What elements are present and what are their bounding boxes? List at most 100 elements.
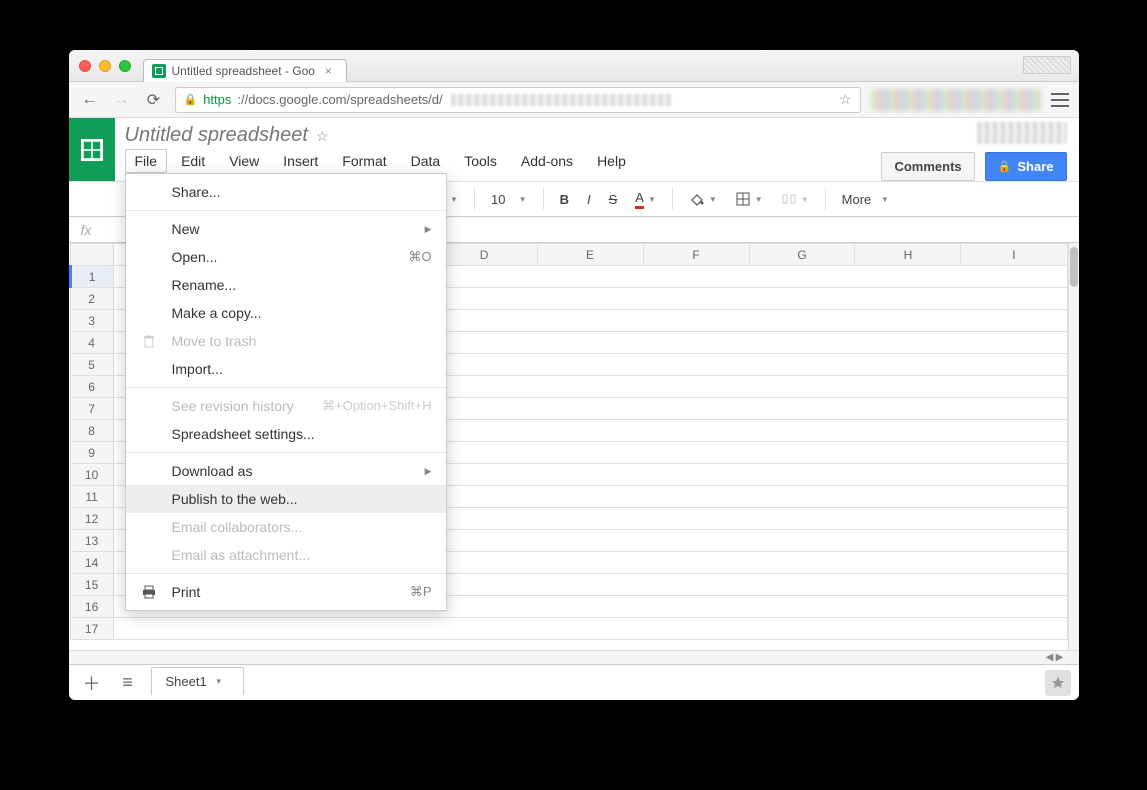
browser-window: Untitled spreadsheet - Goo × ← → ⟳ 🔒 htt…	[69, 50, 1079, 700]
account-blur	[1023, 56, 1071, 74]
sheet-footer: ＋ ≡ Sheet1 ▼	[69, 664, 1079, 700]
lock-icon: 🔒	[184, 93, 198, 106]
row-header[interactable]: 6	[70, 376, 113, 398]
close-window[interactable]	[79, 60, 91, 72]
star-document-icon[interactable]: ☆	[316, 128, 329, 145]
col-header[interactable]: G	[749, 244, 855, 266]
sheets-favicon-icon	[152, 64, 166, 78]
star-icon[interactable]: ☆	[839, 91, 852, 108]
menu-download-as[interactable]: Download as▶	[126, 457, 446, 485]
scroll-thumb[interactable]	[1070, 247, 1078, 287]
fill-color-button[interactable]: ▼	[683, 186, 723, 212]
menu-insert[interactable]: Insert	[273, 149, 328, 173]
all-sheets-button[interactable]: ≡	[115, 670, 141, 696]
col-header[interactable]: I	[961, 244, 1067, 266]
menu-new[interactable]: New▶	[126, 215, 446, 243]
row-header[interactable]: 17	[70, 618, 113, 640]
strikethrough-button[interactable]: S	[603, 186, 624, 212]
explore-icon	[1051, 676, 1065, 690]
row-header[interactable]: 15	[70, 574, 113, 596]
menu-email-collaborators: Email collaborators...	[126, 513, 446, 541]
row-header[interactable]: 2	[70, 288, 113, 310]
more-button[interactable]: More ▼	[836, 186, 895, 212]
font-size-select[interactable]: 10 ▼	[485, 186, 533, 212]
reload-button[interactable]: ⟳	[143, 89, 165, 111]
browser-tab[interactable]: Untitled spreadsheet - Goo ×	[143, 59, 347, 82]
borders-button[interactable]: ▼	[729, 186, 769, 212]
url-obscured	[451, 94, 671, 106]
paint-bucket-icon	[689, 191, 705, 207]
minimize-window[interactable]	[99, 60, 111, 72]
row-header[interactable]: 5	[70, 354, 113, 376]
select-all-corner[interactable]	[70, 244, 113, 266]
menu-open[interactable]: Open...⌘O	[126, 243, 446, 271]
submenu-arrow-icon: ▶	[425, 466, 432, 477]
window-controls	[79, 60, 131, 72]
add-sheet-button[interactable]: ＋	[79, 670, 105, 696]
row-header[interactable]: 8	[70, 420, 113, 442]
scroll-right-icon[interactable]: ▶	[1055, 653, 1065, 663]
document-title[interactable]: Untitled spreadsheet	[125, 124, 308, 147]
menu-help[interactable]: Help	[587, 149, 636, 173]
file-menu-dropdown: Share... New▶ Open...⌘O Rename... Make a…	[125, 173, 447, 611]
sheets-app: Untitled spreadsheet ☆ File Edit View In…	[69, 118, 1079, 700]
row-header[interactable]: 10	[70, 464, 113, 486]
col-header[interactable]: F	[643, 244, 749, 266]
row-header[interactable]: 11	[70, 486, 113, 508]
browser-menu-icon[interactable]	[1051, 91, 1069, 109]
menu-import[interactable]: Import...	[126, 355, 446, 383]
row-header[interactable]: 16	[70, 596, 113, 618]
sheets-grid-icon	[81, 139, 103, 161]
bold-button[interactable]: B	[554, 186, 575, 212]
trash-icon	[140, 332, 158, 350]
row-header[interactable]: 1	[70, 266, 113, 288]
app-header: Untitled spreadsheet ☆ File Edit View In…	[69, 118, 1079, 181]
borders-icon	[735, 191, 751, 207]
chevron-down-icon[interactable]: ▼	[215, 677, 223, 686]
text-color-button[interactable]: A▼	[629, 186, 662, 213]
explore-button[interactable]	[1045, 670, 1071, 696]
menu-file[interactable]: File	[125, 149, 168, 173]
menu-spreadsheet-settings[interactable]: Spreadsheet settings...	[126, 420, 446, 448]
menu-addons[interactable]: Add-ons	[511, 149, 583, 173]
row-header[interactable]: 7	[70, 398, 113, 420]
menu-tools[interactable]: Tools	[454, 149, 507, 173]
menu-publish-web[interactable]: Publish to the web...	[126, 485, 446, 513]
url-bar[interactable]: 🔒 https://docs.google.com/spreadsheets/d…	[175, 87, 861, 113]
menu-format[interactable]: Format	[332, 149, 396, 173]
menu-make-copy[interactable]: Make a copy...	[126, 299, 446, 327]
menu-share[interactable]: Share...	[126, 178, 446, 206]
sheets-logo[interactable]	[69, 118, 115, 181]
scroll-left-icon[interactable]: ◀	[1045, 653, 1055, 663]
forward-button[interactable]: →	[111, 89, 133, 111]
row-header[interactable]: 4	[70, 332, 113, 354]
menu-print[interactable]: Print⌘P	[126, 578, 446, 606]
menu-rename[interactable]: Rename...	[126, 271, 446, 299]
menu-revision-history: See revision history⌘+Option+Shift+H	[126, 392, 446, 420]
share-button[interactable]: 🔒 Share	[985, 152, 1067, 181]
italic-button[interactable]: I	[581, 186, 597, 212]
menu-bar: File Edit View Insert Format Data Tools …	[125, 149, 860, 173]
row-header[interactable]: 12	[70, 508, 113, 530]
extensions-blur	[871, 89, 1041, 111]
sheet-tab[interactable]: Sheet1 ▼	[151, 667, 244, 695]
maximize-window[interactable]	[119, 60, 131, 72]
tab-close-icon[interactable]: ×	[325, 64, 332, 78]
row-header[interactable]: 9	[70, 442, 113, 464]
menu-data[interactable]: Data	[401, 149, 451, 173]
menu-view[interactable]: View	[219, 149, 269, 173]
browser-titlebar: Untitled spreadsheet - Goo ×	[69, 50, 1079, 82]
col-header[interactable]: D	[431, 244, 537, 266]
browser-toolbar: ← → ⟳ 🔒 https://docs.google.com/spreadsh…	[69, 82, 1079, 118]
row-header[interactable]: 3	[70, 310, 113, 332]
row-header[interactable]: 14	[70, 552, 113, 574]
comments-button[interactable]: Comments	[881, 152, 974, 181]
row-header[interactable]: 13	[70, 530, 113, 552]
col-header[interactable]: H	[855, 244, 961, 266]
vertical-scrollbar[interactable]	[1068, 243, 1079, 650]
col-header[interactable]: E	[537, 244, 643, 266]
back-button[interactable]: ←	[79, 89, 101, 111]
merge-button[interactable]: ▼	[775, 186, 815, 212]
print-icon	[140, 583, 158, 601]
menu-edit[interactable]: Edit	[171, 149, 215, 173]
